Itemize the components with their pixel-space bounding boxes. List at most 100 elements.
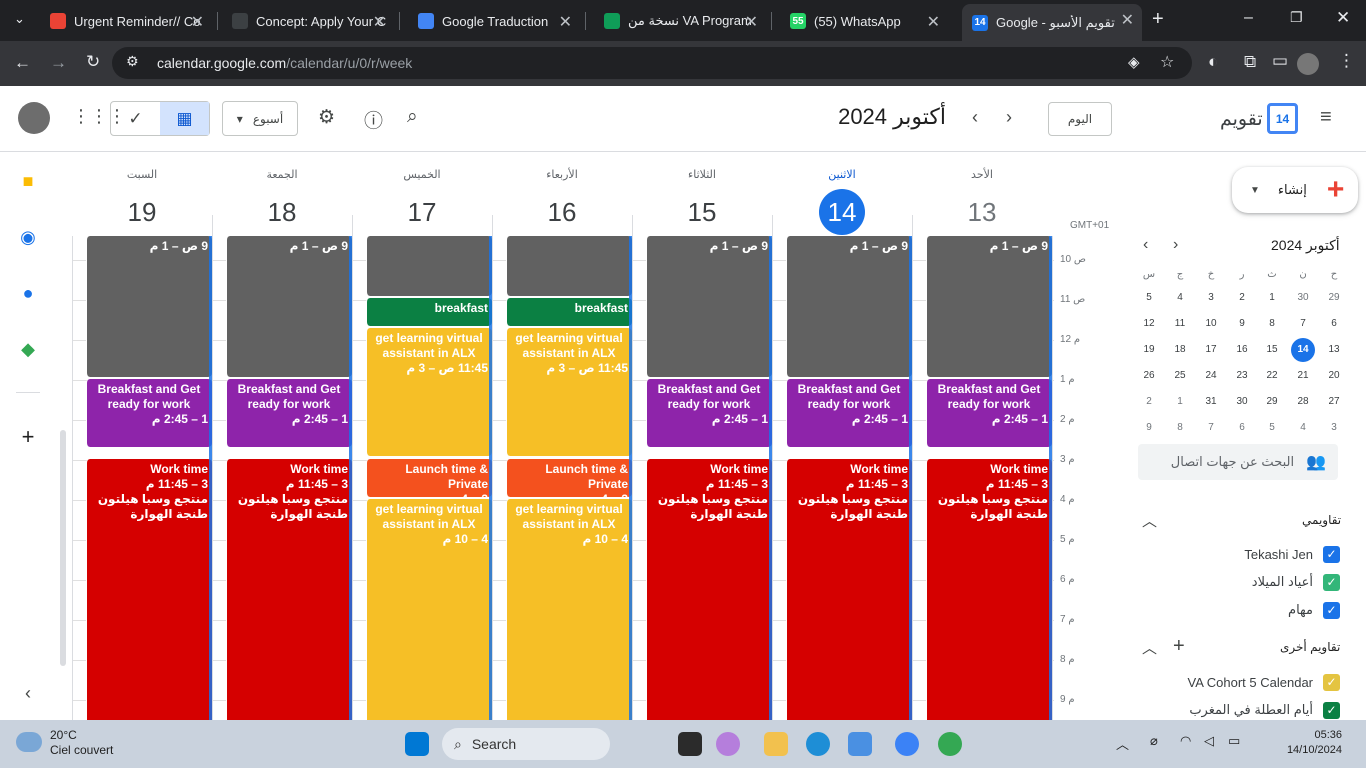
- browser-tab[interactable]: 14 Google - تقويم الأسبو ✕: [962, 4, 1142, 41]
- mini-day[interactable]: 25: [1168, 364, 1192, 388]
- day-header[interactable]: الخميس 17: [352, 152, 492, 236]
- edge-icon[interactable]: [806, 732, 830, 756]
- mini-day[interactable]: 19: [1137, 338, 1161, 362]
- mini-day[interactable]: 2: [1137, 390, 1161, 414]
- reload-icon[interactable]: ↻: [86, 52, 100, 72]
- tray-chevron-icon[interactable]: ︿: [1116, 734, 1129, 753]
- event-morning-block[interactable]: [506, 236, 632, 296]
- checkbox-checked-icon[interactable]: ✓: [1323, 545, 1340, 563]
- day-number[interactable]: 14: [819, 189, 865, 235]
- tasks-view-icon[interactable]: ✓: [111, 102, 160, 135]
- event-breakfast[interactable]: Breakfast and Get ready for work 1 – 2:45…: [926, 379, 1052, 447]
- day-header[interactable]: الثلاثاء 15: [632, 152, 772, 236]
- event-breakfast[interactable]: Breakfast and Get ready for work 1 – 2:45…: [646, 379, 772, 447]
- sidebar-icon[interactable]: ▭: [1272, 51, 1288, 71]
- mini-day[interactable]: 11: [1168, 312, 1192, 336]
- mini-day[interactable]: 15: [1260, 338, 1284, 362]
- event-work-time[interactable]: Work time 3 – 11:45 م منتجع وسبا هيلتون طن…: [646, 459, 772, 720]
- mini-day[interactable]: 5: [1260, 416, 1284, 440]
- event-breakfast[interactable]: Breakfast and Get ready for work 1 – 2:45…: [786, 379, 912, 447]
- extensions-icon[interactable]: ⧉: [1244, 52, 1256, 72]
- collapse-other-calendars-icon[interactable]: ︿: [1142, 637, 1157, 658]
- tasks-icon[interactable]: ◉: [17, 226, 39, 248]
- url-bar[interactable]: ⚙ calendar.google.com/calendar/u/0/r/wee…: [112, 47, 1192, 79]
- mini-day[interactable]: 31: [1199, 390, 1223, 414]
- mini-day[interactable]: 13: [1322, 338, 1346, 362]
- mini-day[interactable]: 23: [1230, 364, 1254, 388]
- mini-day[interactable]: 30: [1230, 390, 1254, 414]
- event-morning-block[interactable]: 9 ص – 1 م: [226, 236, 352, 377]
- mini-day[interactable]: 7: [1291, 312, 1315, 336]
- mini-day[interactable]: 3: [1199, 286, 1223, 310]
- browser-tab[interactable]: Urgent Reminder// Co ✕: [40, 6, 212, 36]
- collapse-my-calendars-icon[interactable]: ︿: [1142, 510, 1157, 531]
- mini-day[interactable]: 14: [1291, 338, 1315, 362]
- mini-day[interactable]: 28: [1291, 390, 1315, 414]
- tab-close-icon[interactable]: ✕: [373, 12, 386, 32]
- checkbox-checked-icon[interactable]: ✓: [1323, 673, 1340, 691]
- task-view-icon[interactable]: [678, 732, 702, 756]
- add-addon-icon[interactable]: +: [17, 424, 39, 449]
- event-breakfast-short[interactable]: breakfast: [506, 298, 632, 326]
- search-icon[interactable]: ⌕: [407, 106, 418, 128]
- checkbox-checked-icon[interactable]: ✓: [1323, 573, 1340, 591]
- mini-day[interactable]: 8: [1260, 312, 1284, 336]
- event-work-time[interactable]: Work time 3 – 11:45 م منتجع وسبا هيلتون طن…: [86, 459, 212, 720]
- checkbox-checked-icon[interactable]: ✓: [1323, 701, 1340, 719]
- mini-day[interactable]: 12: [1137, 312, 1161, 336]
- event-morning-block[interactable]: [366, 236, 492, 296]
- mini-day[interactable]: 3: [1322, 416, 1346, 440]
- main-menu-icon[interactable]: ≡: [1320, 106, 1332, 129]
- windows-start-icon[interactable]: [405, 732, 429, 756]
- event-breakfast-short[interactable]: breakfast: [366, 298, 492, 326]
- chrome-icon[interactable]: [938, 732, 962, 756]
- mini-day[interactable]: 6: [1322, 312, 1346, 336]
- help-icon[interactable]: ⓘ: [364, 106, 383, 133]
- event-morning-block[interactable]: 9 ص – 1 م: [86, 236, 212, 377]
- today-button[interactable]: اليوم: [1048, 102, 1112, 136]
- mini-day[interactable]: 6: [1230, 416, 1254, 440]
- lens-icon[interactable]: ◈: [1128, 53, 1140, 71]
- bookmark-star-icon[interactable]: ☆: [1160, 52, 1174, 72]
- previous-week-chevron-icon[interactable]: ›: [1006, 107, 1012, 128]
- calendar-view-icon[interactable]: ▦: [160, 102, 209, 135]
- taskbar-search[interactable]: ⌕ Search: [442, 728, 610, 760]
- new-tab-icon[interactable]: +: [1152, 8, 1164, 31]
- tab-search-icon[interactable]: ⌄: [14, 11, 25, 27]
- browser-tab[interactable]: Google Traduction ✕: [408, 6, 580, 36]
- browser-tab[interactable]: نسخة من VA Program ✕: [594, 6, 766, 36]
- event-morning-block[interactable]: 9 ص – 1 م: [646, 236, 772, 377]
- mini-day[interactable]: 9: [1230, 312, 1254, 336]
- event-breakfast[interactable]: Breakfast and Get ready for work 1 – 2:45…: [86, 379, 212, 447]
- account-avatar[interactable]: [18, 102, 50, 134]
- event-morning-block[interactable]: 9 ص – 1 م: [786, 236, 912, 377]
- google-account-icon[interactable]: ◐: [1208, 52, 1218, 72]
- event-morning-block[interactable]: 9 ص – 1 م: [926, 236, 1052, 377]
- mini-next-month-icon[interactable]: ›: [1173, 236, 1178, 254]
- back-icon[interactable]: ←: [14, 53, 31, 73]
- tab-close-icon[interactable]: ✕: [191, 12, 204, 32]
- day-number[interactable]: 16: [539, 189, 585, 235]
- taskbar-clock[interactable]: 05:36 14/10/2024: [1282, 728, 1342, 758]
- tab-close-icon[interactable]: ✕: [927, 12, 940, 32]
- wifi-icon[interactable]: ◠: [1180, 733, 1191, 749]
- calendar-row[interactable]: مهام ✓: [1150, 599, 1340, 621]
- contacts-icon[interactable]: ●: [17, 282, 39, 304]
- browser-tab[interactable]: 55 (55) WhatsApp ✕: [780, 6, 948, 36]
- calendar-row[interactable]: أعياد الميلاد ✓: [1150, 571, 1340, 593]
- weather-widget[interactable]: 20°C Ciel couvert: [50, 728, 113, 758]
- mini-day[interactable]: 8: [1168, 416, 1192, 440]
- calendar-row[interactable]: أيام العطلة في المغرب ✓: [1150, 699, 1340, 721]
- day-number[interactable]: 19: [119, 189, 165, 235]
- view-selector[interactable]: ▾ أسبوع: [222, 101, 298, 136]
- mini-day[interactable]: 1: [1260, 286, 1284, 310]
- tab-close-icon[interactable]: ✕: [745, 12, 758, 32]
- event-work-time[interactable]: Work time 3 – 11:45 م منتجع وسبا هيلتون طن…: [926, 459, 1052, 720]
- calendar-tasks-toggle[interactable]: ✓ ▦: [110, 101, 210, 136]
- event-work-time[interactable]: Work time 3 – 11:45 م منتجع وسبا هيلتون طن…: [786, 459, 912, 720]
- event-learning-alx[interactable]: get learning virtual assistant in ALX 11:…: [366, 328, 492, 456]
- grid-scrollbar[interactable]: [60, 430, 66, 666]
- mini-day[interactable]: 21: [1291, 364, 1315, 388]
- mini-day[interactable]: 2: [1230, 286, 1254, 310]
- minimize-icon[interactable]: –: [1244, 9, 1253, 27]
